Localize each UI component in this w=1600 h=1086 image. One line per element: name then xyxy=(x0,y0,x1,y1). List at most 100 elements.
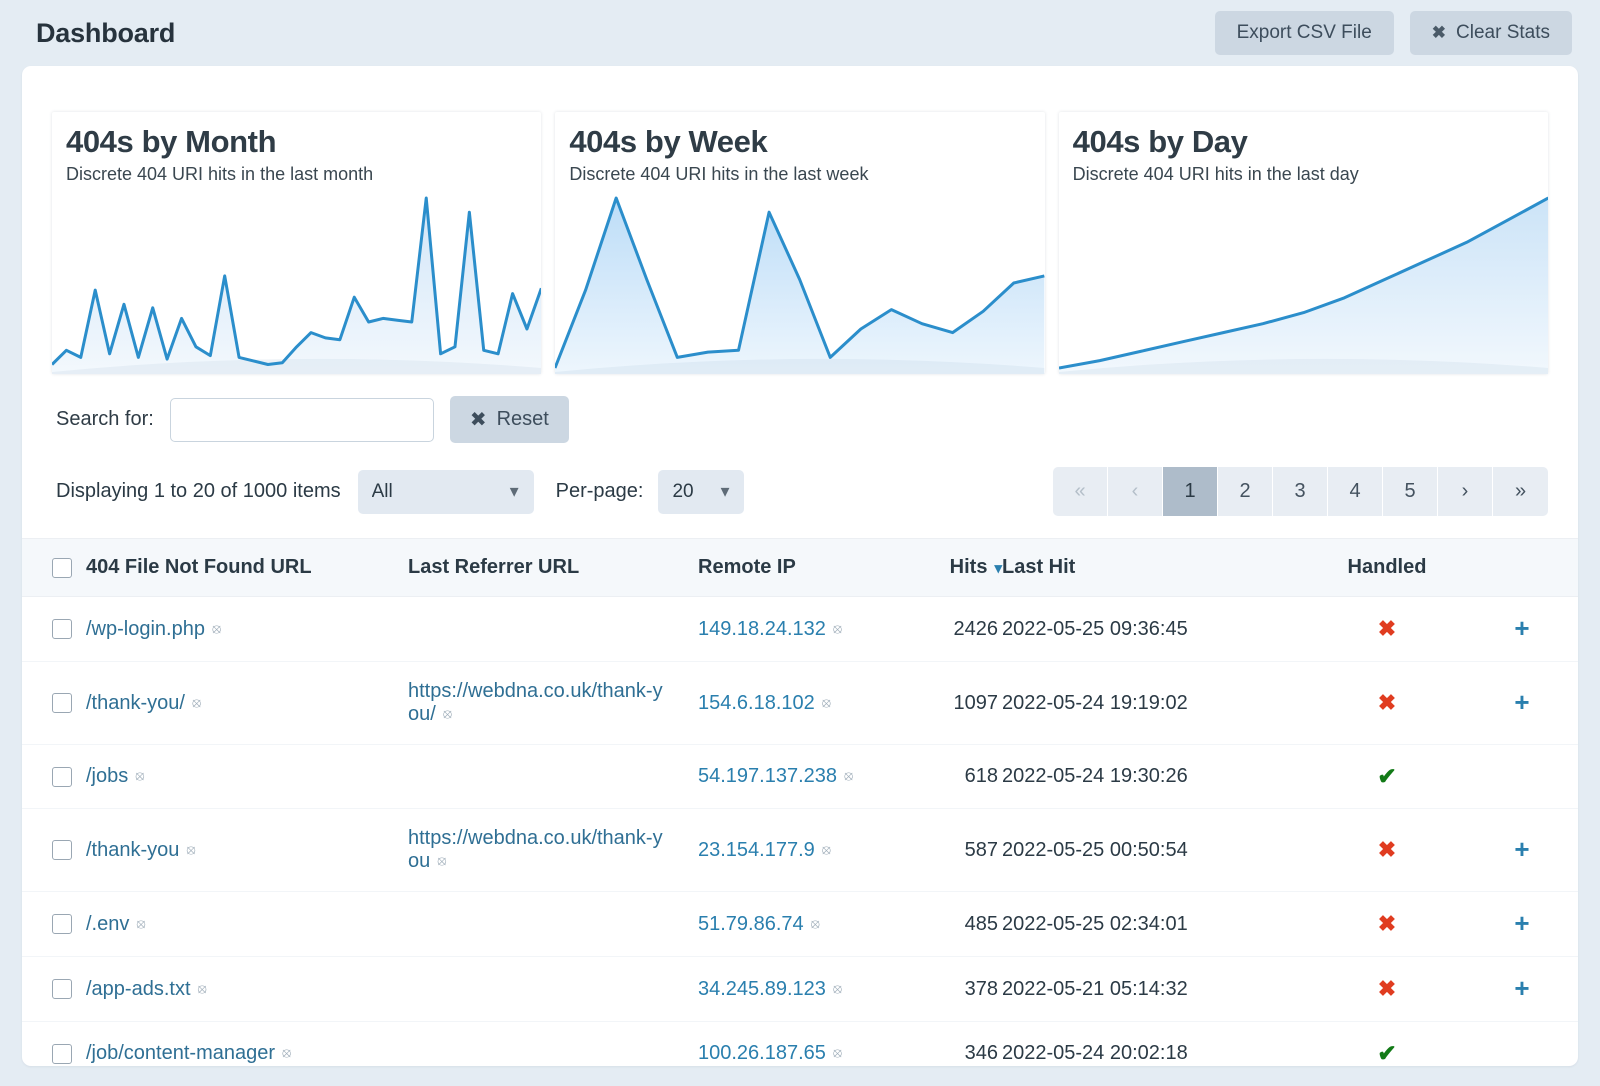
hits-cell: 485 xyxy=(898,891,1002,957)
external-link-icon[interactable]: ⦻ xyxy=(811,915,820,932)
external-link-icon[interactable]: ⦻ xyxy=(136,915,145,932)
perpage-select[interactable]: 20 xyxy=(658,469,745,514)
url-link[interactable]: /job/content-manager xyxy=(86,1042,275,1064)
external-link-icon[interactable]: ⦻ xyxy=(822,694,831,711)
search-row: Search for: ✖ Reset xyxy=(22,374,1578,443)
pagination-page-5[interactable]: 5 xyxy=(1383,467,1438,516)
external-link-icon[interactable]: ⦻ xyxy=(822,841,831,858)
handled-yes-icon[interactable]: ✔ xyxy=(1377,763,1396,789)
add-rule-icon[interactable]: + xyxy=(1514,973,1529,1003)
url-link[interactable]: /thank-you/ xyxy=(86,692,185,714)
url-cell: /.env ⦻ xyxy=(86,891,408,957)
external-link-icon[interactable]: ⦻ xyxy=(833,620,842,637)
ip-link[interactable]: 23.154.177.9 xyxy=(698,839,815,861)
external-link-icon[interactable]: ⦻ xyxy=(833,980,842,997)
external-link-icon[interactable]: ⦻ xyxy=(212,620,221,637)
hits-cell: 618 xyxy=(898,744,1002,809)
referrer-cell xyxy=(408,956,698,1022)
external-link-icon[interactable]: ⦻ xyxy=(443,705,452,722)
add-rule-icon[interactable]: + xyxy=(1514,613,1529,643)
pagination-page-2[interactable]: 2 xyxy=(1218,467,1273,516)
row-select-cell xyxy=(22,1021,86,1066)
url-link[interactable]: /thank-you xyxy=(86,839,179,861)
handled-no-icon[interactable]: ✖ xyxy=(1378,616,1396,641)
table-row: /thank-you/⦻ https://webdna.co.uk/thank-y… xyxy=(22,661,1578,745)
table-row: /thank-you ⦻ https://webdna.co.uk/thank-yo… xyxy=(22,808,1578,892)
filter-select[interactable]: All xyxy=(357,469,534,514)
x-icon: ✖ xyxy=(469,409,487,431)
pagination-last[interactable]: » xyxy=(1493,467,1548,516)
external-link-icon[interactable]: ⦻ xyxy=(198,980,207,997)
pagination-first[interactable]: « xyxy=(1053,467,1108,516)
column-header-url[interactable]: 404 File Not Found URL xyxy=(86,538,408,597)
row-checkbox[interactable] xyxy=(52,766,72,787)
row-checkbox[interactable] xyxy=(52,619,72,640)
handled-no-icon[interactable]: ✖ xyxy=(1378,690,1396,715)
url-cell: /wp-login.php ⦻ xyxy=(86,596,408,662)
handled-no-icon[interactable]: ✖ xyxy=(1378,837,1396,862)
clear-stats-button[interactable]: ✖ Clear Stats xyxy=(1409,11,1572,55)
add-rule-icon[interactable]: + xyxy=(1514,834,1529,864)
ip-cell: 23.154.177.9 ⦻ xyxy=(698,808,898,892)
table-row: /jobs ⦻ 54.197.137.238 ⦻ 618 2022-05-24 19:30… xyxy=(22,744,1578,809)
row-checkbox[interactable] xyxy=(52,840,72,861)
external-link-icon[interactable]: ⦻ xyxy=(437,852,446,869)
select-all-checkbox[interactable] xyxy=(52,557,72,578)
row-checkbox[interactable] xyxy=(52,1043,72,1064)
add-rule-icon[interactable]: + xyxy=(1514,908,1529,938)
pagination-page-4[interactable]: 4 xyxy=(1328,467,1383,516)
pagination-prev[interactable]: ‹ xyxy=(1108,467,1163,516)
url-link[interactable]: /wp-login.php xyxy=(86,618,205,640)
ip-link[interactable]: 34.245.89.123 xyxy=(698,978,826,1000)
handled-cell: ✔ xyxy=(1312,744,1462,809)
ip-link[interactable]: 100.26.187.65 xyxy=(698,1042,826,1064)
url-link[interactable]: /.env xyxy=(86,913,129,935)
external-link-icon[interactable]: ⦻ xyxy=(192,694,201,711)
external-link-icon[interactable]: ⦻ xyxy=(135,767,144,784)
pagination: « ‹ 1 2 3 4 5 › » xyxy=(1053,467,1548,516)
ip-link[interactable]: 154.6.18.102 xyxy=(698,692,815,714)
row-checkbox[interactable] xyxy=(52,979,72,1000)
ip-link[interactable]: 51.79.86.74 xyxy=(698,913,804,935)
url-link[interactable]: /app-ads.txt xyxy=(86,978,191,1000)
charts-row: 404s by Month Discrete 404 URI hits in t… xyxy=(22,66,1578,374)
external-link-icon[interactable]: ⦻ xyxy=(186,841,195,858)
ip-link[interactable]: 54.197.137.238 xyxy=(698,765,837,787)
external-link-icon[interactable]: ⦻ xyxy=(282,1044,291,1061)
row-select-cell xyxy=(22,661,86,745)
pagination-page-3[interactable]: 3 xyxy=(1273,467,1328,516)
url-cell: /app-ads.txt ⦻ xyxy=(86,956,408,1022)
url-link[interactable]: /jobs xyxy=(86,765,128,787)
export-csv-label: Export CSV File xyxy=(1236,22,1372,43)
pagination-next[interactable]: › xyxy=(1438,467,1493,516)
column-header-referrer[interactable]: Last Referrer URL xyxy=(408,538,698,597)
column-header-ip[interactable]: Remote IP xyxy=(698,538,898,597)
table-row: /job/content-manager ⦻ 100.26.187.65 ⦻ 346 20… xyxy=(22,1021,1578,1066)
handled-no-icon[interactable]: ✖ xyxy=(1378,976,1396,1001)
perpage-label: Per-page: xyxy=(555,480,644,502)
reset-button[interactable]: ✖ Reset xyxy=(449,396,569,443)
column-header-hits[interactable]: Hits ▾ xyxy=(898,538,1002,597)
external-link-icon[interactable]: ⦻ xyxy=(844,767,853,784)
column-header-handled[interactable]: Handled xyxy=(1312,538,1462,597)
last-hit-cell: 2022-05-25 02:34:01 xyxy=(1002,891,1312,957)
add-rule-icon[interactable]: + xyxy=(1514,687,1529,717)
pagination-page-1[interactable]: 1 xyxy=(1163,467,1218,516)
handled-cell: ✖ xyxy=(1312,956,1462,1022)
handled-no-icon[interactable]: ✖ xyxy=(1378,911,1396,936)
row-select-cell xyxy=(22,596,86,662)
column-header-last-hit[interactable]: Last Hit xyxy=(1002,538,1312,597)
row-checkbox[interactable] xyxy=(52,693,72,714)
handled-cell: ✖ xyxy=(1312,891,1462,957)
reset-label: Reset xyxy=(496,408,549,430)
handled-yes-icon[interactable]: ✔ xyxy=(1377,1040,1396,1066)
external-link-icon[interactable]: ⦻ xyxy=(833,1044,842,1061)
export-csv-button[interactable]: Export CSV File xyxy=(1214,11,1394,55)
row-checkbox[interactable] xyxy=(52,914,72,935)
controls-row: Displaying 1 to 20 of 1000 items All ▼ P… xyxy=(22,443,1578,516)
search-input[interactable] xyxy=(169,397,434,442)
chart-title-day: 404s by Day xyxy=(1072,124,1248,159)
chart-subtitle-day: Discrete 404 URI hits in the last day xyxy=(1072,163,1359,184)
ip-link[interactable]: 149.18.24.132 xyxy=(698,618,826,640)
last-hit-cell: 2022-05-24 19:30:26 xyxy=(1002,744,1312,809)
